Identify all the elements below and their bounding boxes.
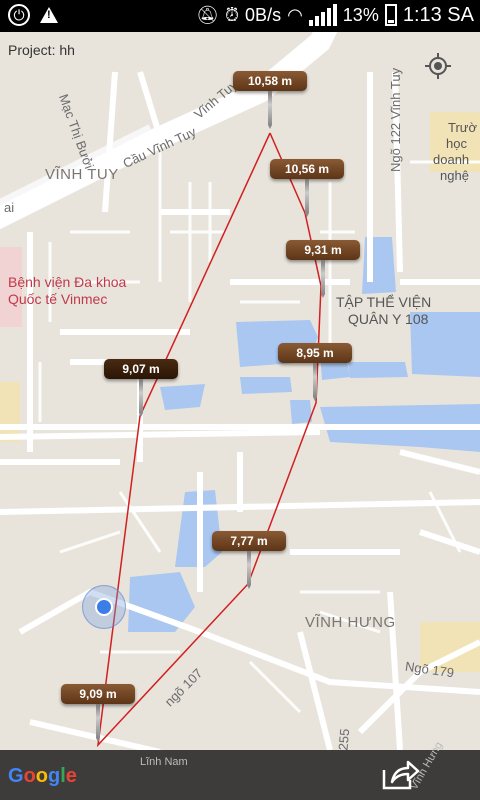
pin-icon <box>139 379 143 417</box>
status-bar: ⏻ 🔕︎ ⏰︎ 0B/s ◠ 13% 1:13 SA <box>0 0 480 32</box>
label-ngo-122: Ngõ 122 Vĩnh Tuy <box>388 67 403 172</box>
signal-icon <box>308 4 337 26</box>
pin-icon <box>313 363 317 401</box>
label-vinh-hung: VĨNH HƯNG <box>305 614 396 631</box>
distance-label: 10,56 m <box>270 159 344 179</box>
battery-icon <box>384 4 397 26</box>
warning-icon <box>40 7 58 23</box>
label-tap-the-2: QUÂN Y 108 <box>348 311 429 327</box>
google-letter: e <box>65 765 77 787</box>
label-linh-nam: Lĩnh Nam <box>140 756 188 768</box>
google-letter: o <box>23 765 36 787</box>
data-rate: 0B/s <box>245 4 282 25</box>
google-letter: G <box>8 765 24 787</box>
clock: 1:13 SA <box>402 3 474 26</box>
share-button[interactable] <box>380 758 420 792</box>
alarm-icon: ⏰︎ <box>225 5 240 25</box>
label-benh-vien-1: Bệnh viện Đa khoa <box>8 274 127 290</box>
distance-label: 7,77 m <box>212 531 286 551</box>
google-logo: Google <box>8 765 77 788</box>
current-location-dot <box>82 585 126 629</box>
distance-label: 8,95 m <box>278 343 352 363</box>
label-truong-1: Trườ <box>448 120 478 135</box>
lake-11 <box>240 377 292 394</box>
pin-icon <box>305 179 309 217</box>
distance-label: 10,58 m <box>233 71 307 91</box>
map-view[interactable]: VĨNH TUY Cầu Vĩnh Tuy Vĩnh Tuy Mạc Thị B… <box>0 32 480 750</box>
school-area-3 <box>0 382 20 442</box>
share-icon <box>382 760 420 790</box>
pin-icon <box>247 551 251 589</box>
label-benh-vien-2: Quốc tế Vinmec <box>8 291 108 307</box>
distance-label: 9,09 m <box>61 684 135 704</box>
label-edge-ai: ai <box>4 200 15 215</box>
bridge-road <box>0 32 338 230</box>
google-letter: g <box>48 765 61 787</box>
distance-label: 9,31 m <box>286 240 360 260</box>
project-label: Project: hh <box>8 42 75 58</box>
label-truong-2: học <box>446 136 467 151</box>
mute-icon: 🔕︎ <box>196 5 219 25</box>
lake-8 <box>160 384 205 410</box>
bottom-bar: Google Lĩnh Nam Vĩnh Hưng <box>0 740 480 800</box>
pin-icon <box>268 91 272 129</box>
pin-icon <box>96 704 100 742</box>
label-truong-4: nghệ <box>440 168 469 183</box>
lake-10 <box>128 572 195 632</box>
power-icon: ⏻ <box>8 4 30 26</box>
wifi-icon: ◠ <box>287 5 303 25</box>
lake-3 <box>348 362 408 378</box>
google-letter: o <box>35 765 48 787</box>
crosshair-icon <box>425 53 451 79</box>
battery-percent: 13% <box>342 4 379 25</box>
label-truong-3: doanh <box>433 152 470 167</box>
label-tap-the-1: TẬP THỂ VIỆN <box>336 294 432 310</box>
pin-icon <box>321 260 325 298</box>
distance-label: 9,07 m <box>104 359 178 379</box>
my-location-button[interactable] <box>424 52 464 92</box>
